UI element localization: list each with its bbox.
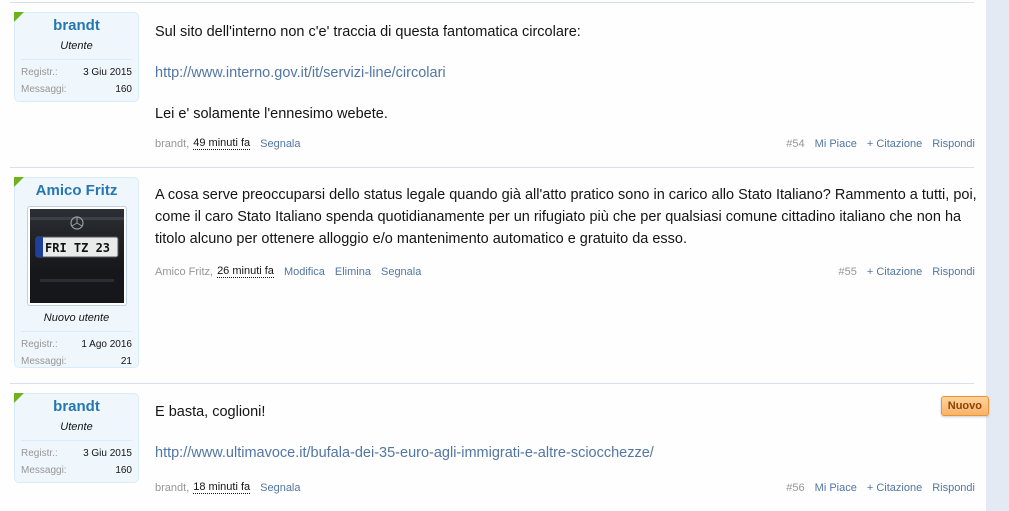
user-title: Utente — [60, 421, 93, 433]
report-link[interactable]: Segnala — [260, 482, 300, 494]
delete-link[interactable]: Elimina — [335, 266, 371, 278]
author-name[interactable]: Amico Fritz, — [155, 266, 213, 278]
new-badge-wrap: Nuovo — [940, 396, 989, 418]
divider — [10, 167, 974, 168]
messages-label: Messaggi: — [21, 356, 67, 367]
user-stats: Registr.: 3 Giu 2015 Messaggi: 160 — [21, 440, 132, 484]
message-meta: brandt, 49 minuti fa Segnala #54 Mi Piac… — [155, 137, 975, 150]
post-number[interactable]: #56 — [786, 482, 804, 494]
online-indicator — [14, 393, 24, 403]
messages-value: 160 — [115, 465, 132, 476]
user-title: Utente — [60, 40, 93, 52]
author-name[interactable]: brandt, — [155, 482, 189, 494]
user-stats: Registr.: 1 Ago 2016 Messaggi: 21 — [21, 331, 132, 375]
registered-label: Registr.: — [21, 67, 58, 78]
message-meta: Amico Fritz, 26 minuti fa Modifica Elimi… — [155, 265, 975, 278]
quote-link[interactable]: + Citazione — [867, 482, 922, 494]
quote-link[interactable]: + Citazione — [867, 266, 922, 278]
edit-link[interactable]: Modifica — [284, 266, 325, 278]
registered-value: 3 Giu 2015 — [83, 67, 132, 78]
user-card: brandt Utente Registr.: 3 Giu 2015 Messa… — [14, 12, 139, 102]
registered-value: 1 Ago 2016 — [81, 339, 132, 350]
like-link[interactable]: Mi Piace — [815, 138, 857, 150]
messages-value: 21 — [120, 356, 132, 367]
post-number[interactable]: #55 — [838, 266, 856, 278]
post-number[interactable]: #54 — [786, 138, 804, 150]
message-link[interactable]: http://www.interno.gov.it/it/servizi-lin… — [155, 65, 446, 81]
user-title: Nuovo utente — [43, 312, 110, 324]
report-link[interactable]: Segnala — [260, 138, 300, 150]
messages-value: 160 — [115, 84, 132, 95]
avatar[interactable]: FRI TZ 23 — [26, 206, 127, 306]
plate-text: FRI TZ 23 — [45, 241, 110, 255]
avatar-image: FRI TZ 23 — [29, 209, 124, 303]
message-text: A cosa serve preoccuparsi dello status l… — [155, 187, 977, 247]
message-text: E basta, coglioni! — [155, 404, 266, 420]
registered-value: 3 Giu 2015 — [83, 448, 132, 459]
thread-content: brandt Utente Registr.: 3 Giu 2015 Messa… — [0, 0, 989, 511]
message-link[interactable]: http://www.ultimavoce.it/bufala-dei-35-e… — [155, 445, 654, 461]
reply-link[interactable]: Rispondi — [932, 266, 975, 278]
post-time[interactable]: 26 minuti fa — [217, 265, 274, 278]
message-text: Sul sito dell'interno non c'e' traccia d… — [155, 24, 581, 40]
username-link[interactable]: brandt — [15, 398, 138, 415]
registered-label: Registr.: — [21, 448, 58, 459]
online-indicator — [14, 177, 24, 187]
message-meta: brandt, 18 minuti fa Segnala #56 Mi Piac… — [155, 481, 975, 494]
online-indicator — [14, 12, 24, 22]
report-link[interactable]: Segnala — [381, 266, 421, 278]
messages-label: Messaggi: — [21, 465, 67, 476]
messages-label: Messaggi: — [21, 84, 67, 95]
message-body: E basta, coglioni! http://www.ultimavoce… — [155, 401, 985, 464]
user-card: brandt Utente Registr.: 3 Giu 2015 Messa… — [14, 393, 139, 483]
reply-link[interactable]: Rispondi — [932, 482, 975, 494]
message-text: Lei e' solamente l'ennesimo webete. — [155, 106, 388, 122]
like-link[interactable]: Mi Piace — [815, 482, 857, 494]
username-link[interactable]: brandt — [15, 17, 138, 34]
username-link[interactable]: Amico Fritz — [15, 182, 138, 199]
quote-link[interactable]: + Citazione — [867, 138, 922, 150]
new-badge: Nuovo — [940, 396, 989, 416]
divider — [10, 383, 974, 384]
author-name[interactable]: brandt, — [155, 138, 189, 150]
user-stats: Registr.: 3 Giu 2015 Messaggi: 160 — [21, 59, 132, 103]
registered-label: Registr.: — [21, 339, 58, 350]
post-time[interactable]: 18 minuti fa — [193, 481, 251, 494]
message-body: A cosa serve preoccuparsi dello status l… — [155, 184, 977, 250]
post-time[interactable]: 49 minuti fa — [193, 137, 251, 150]
message-body: Sul sito dell'interno non c'e' traccia d… — [155, 21, 985, 125]
reply-link[interactable]: Rispondi — [932, 138, 975, 150]
user-card: Amico Fritz FRI TZ 23 Nuovo utente Regis… — [14, 177, 139, 368]
divider — [10, 2, 974, 3]
